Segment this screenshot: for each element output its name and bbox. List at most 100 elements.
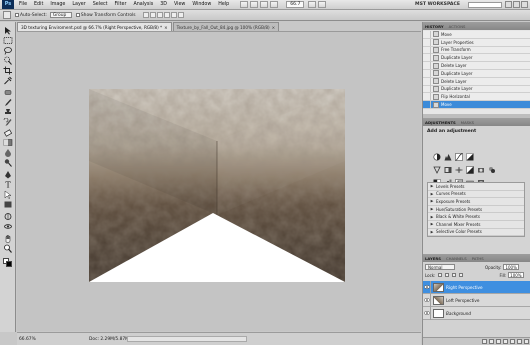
search-input[interactable] <box>468 2 502 8</box>
gradient-tool-icon[interactable] <box>3 138 13 147</box>
eyedropper-tool-icon[interactable] <box>3 76 13 85</box>
expand-arrow-icon[interactable]: ▶ <box>428 184 436 188</box>
layer-row[interactable]: Left Perspective <box>423 293 530 307</box>
blur-tool-icon[interactable] <box>3 148 13 157</box>
new-group-icon[interactable] <box>510 339 515 344</box>
history-brush-source-icon[interactable] <box>423 93 431 101</box>
menu-layer[interactable]: Layer <box>72 2 85 7</box>
menu-view[interactable]: View <box>174 2 185 7</box>
history-item[interactable]: Flip Horizontal <box>423 93 530 102</box>
history-item[interactable]: Delete Layer <box>423 77 530 86</box>
black-white-icon[interactable] <box>466 166 474 174</box>
opacity-field[interactable]: 100% <box>503 264 520 270</box>
layer-visibility-eye-icon[interactable] <box>423 293 431 307</box>
zoom-level-field[interactable]: 66.7 <box>286 1 305 8</box>
history-item[interactable]: Delete Layer <box>423 62 530 70</box>
close-tab-icon[interactable]: × <box>164 25 168 30</box>
healing-brush-tool-icon[interactable] <box>3 88 13 97</box>
bridge-icon[interactable] <box>240 1 249 8</box>
link-layers-icon[interactable] <box>482 339 487 344</box>
color-swatches[interactable] <box>3 258 13 268</box>
brightness-contrast-icon[interactable] <box>433 153 441 161</box>
history-item[interactable]: Layer Properties <box>423 38 530 47</box>
trash-icon[interactable] <box>524 339 529 344</box>
history-item[interactable]: Move <box>423 30 530 39</box>
texture-scene-image[interactable] <box>89 89 345 282</box>
history-item[interactable]: Duplicate Layer <box>423 54 530 63</box>
photo-filter-icon[interactable] <box>477 166 485 174</box>
layer-name[interactable]: Right Perspective <box>446 285 483 290</box>
align-center-icon[interactable] <box>170 12 177 18</box>
vibrance-icon[interactable] <box>433 166 441 174</box>
new-layer-icon[interactable] <box>517 339 522 344</box>
document-tab[interactable]: Texture_by_Fall_Out_84.jpg @ 100% (RGB/8… <box>172 22 280 31</box>
lock-pixels-icon[interactable] <box>445 273 450 277</box>
menu-3d[interactable]: 3D <box>160 2 167 7</box>
tab-paths[interactable]: PATHS <box>472 256 484 261</box>
lock-all-icon[interactable] <box>459 273 464 277</box>
preset-item[interactable]: ▶ Channel Mixer Presets <box>428 221 524 229</box>
shape-tool-icon[interactable] <box>3 200 13 209</box>
color-balance-icon[interactable] <box>455 166 463 174</box>
history-brush-source-icon[interactable] <box>423 38 431 46</box>
menu-file[interactable]: File <box>19 2 27 7</box>
history-brush-source-icon[interactable] <box>423 85 431 93</box>
align-right-icon[interactable] <box>177 12 184 18</box>
levels-icon[interactable] <box>444 153 452 161</box>
tab-adjustments[interactable]: ADJUSTMENTS <box>425 120 456 125</box>
expand-arrow-icon[interactable]: ▶ <box>428 199 436 203</box>
tab-history[interactable]: HISTORY <box>425 24 444 29</box>
menu-analysis[interactable]: Analysis <box>133 2 153 7</box>
preset-item[interactable]: ▶ Exposure Presets <box>428 198 524 206</box>
workspace-switcher[interactable]: MST WORKSPACE <box>415 2 460 7</box>
eraser-tool-icon[interactable] <box>3 128 13 137</box>
history-brush-tool-icon[interactable] <box>3 117 13 127</box>
history-brush-source-icon[interactable] <box>423 77 431 85</box>
screen-mode-icon[interactable] <box>318 1 327 8</box>
maximize-icon[interactable] <box>513 1 520 8</box>
background-color-swatch[interactable] <box>6 261 12 267</box>
tab-channels[interactable]: CHANNELS <box>446 256 467 261</box>
expand-arrow-icon[interactable]: ▶ <box>428 215 436 219</box>
auto-select-checkbox[interactable] <box>15 13 19 17</box>
blend-mode-dropdown[interactable]: Normal <box>425 264 455 270</box>
minimize-icon[interactable] <box>505 1 512 8</box>
adjustment-layer-icon[interactable] <box>503 339 508 344</box>
tab-actions[interactable]: ACTIONS <box>449 24 466 29</box>
move-tool-icon[interactable] <box>3 26 13 35</box>
layer-row[interactable]: Right Perspective <box>423 280 530 294</box>
layer-mask-icon[interactable] <box>496 339 501 344</box>
layer-name[interactable]: Left Perspective <box>446 298 479 303</box>
zoom-icon[interactable] <box>270 1 279 8</box>
quick-select-tool-icon[interactable] <box>3 56 13 65</box>
align-left-icon[interactable] <box>163 12 170 18</box>
layer-name[interactable]: Background <box>446 311 471 316</box>
curves-icon[interactable] <box>455 153 463 161</box>
history-brush-source-icon[interactable] <box>423 54 431 62</box>
exposure-icon[interactable] <box>466 153 474 161</box>
preset-item[interactable]: ▶ Hue/Saturation Presets <box>428 206 524 214</box>
horizontal-scrollbar[interactable] <box>127 336 247 342</box>
status-doc-size[interactable]: Doc: 2.29M/5.87M <box>89 337 129 342</box>
layer-row[interactable]: Background <box>423 306 530 320</box>
channel-mixer-icon[interactable] <box>488 166 496 174</box>
history-item[interactable]: Duplicate Layer <box>423 69 530 78</box>
history-item[interactable]: Duplicate Layer <box>423 85 530 94</box>
history-brush-source-icon[interactable] <box>423 101 431 109</box>
history-item[interactable]: Move <box>423 101 530 109</box>
expand-arrow-icon[interactable]: ▶ <box>428 222 436 226</box>
menu-select[interactable]: Select <box>93 2 108 7</box>
3d-orbit-tool-icon[interactable] <box>3 222 13 231</box>
status-zoom-level[interactable]: 66.67% <box>17 337 39 342</box>
preset-item[interactable]: ▶ Selective Color Presets <box>428 229 524 237</box>
lock-transparency-icon[interactable] <box>438 273 443 277</box>
zoom-tool-icon[interactable] <box>3 244 13 253</box>
document-canvas-area[interactable] <box>17 31 421 331</box>
marquee-tool-icon[interactable] <box>3 36 13 45</box>
clone-stamp-tool-icon[interactable] <box>3 108 13 117</box>
lock-position-icon[interactable] <box>452 273 457 277</box>
preset-item[interactable]: ▶ Curves Presets <box>428 191 524 199</box>
pen-tool-icon[interactable] <box>3 170 13 179</box>
fill-field[interactable]: 100% <box>508 272 525 278</box>
preset-item[interactable]: ▶ Black & White Presets <box>428 213 524 221</box>
